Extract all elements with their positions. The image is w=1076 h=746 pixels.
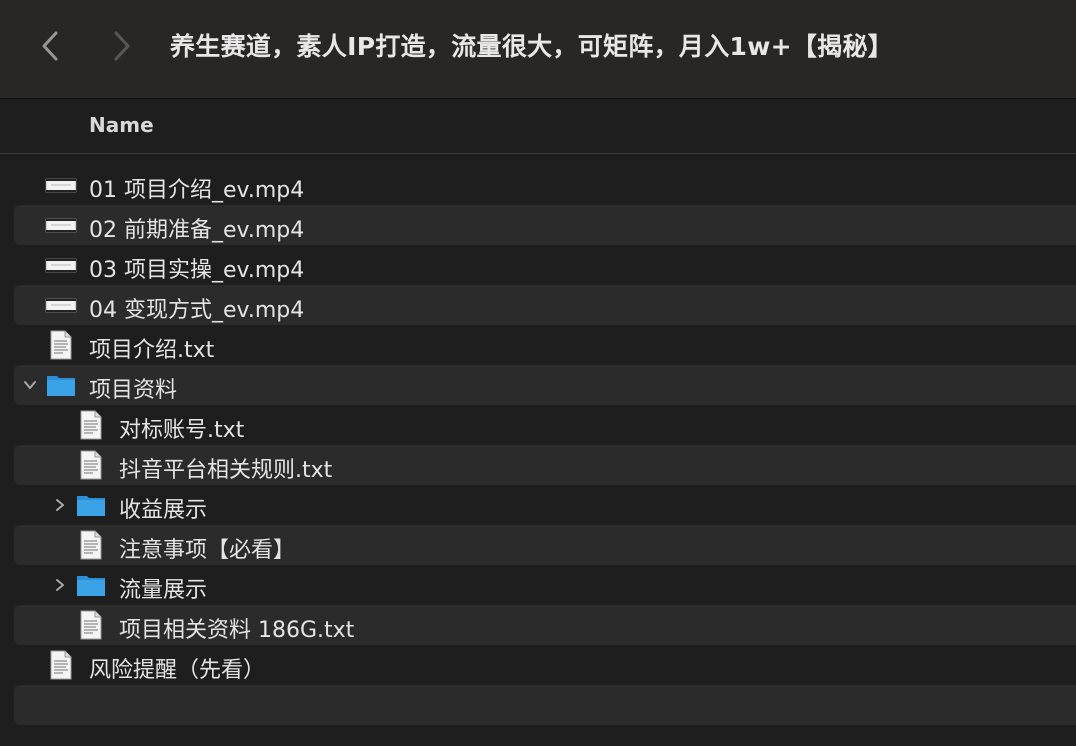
text-document-icon	[48, 650, 74, 684]
folder-icon	[75, 490, 107, 524]
file-row[interactable]: 项目介绍.txt	[14, 325, 1076, 365]
video-thumbnail-icon	[45, 210, 77, 244]
file-name: 对标账号.txt	[119, 418, 245, 443]
file-name: 03 项目实操_ev.mp4	[89, 258, 305, 283]
window-title: 养生赛道，素人IP打造，流量很大，可矩阵，月入1w+【揭秘】	[170, 32, 894, 61]
file-row[interactable]: 01 项目介绍_ev.mp4	[14, 165, 1076, 205]
file-row[interactable]: 04 变现方式_ev.mp4	[14, 285, 1076, 325]
name-column-header[interactable]: Name	[89, 113, 154, 137]
video-thumbnail-icon	[45, 290, 77, 324]
chevron-right-icon	[114, 31, 130, 61]
file-row[interactable]: 抖音平台相关规则.txt	[14, 445, 1076, 485]
chevron-down-icon[interactable]	[22, 377, 38, 393]
chevron-left-icon	[42, 31, 58, 61]
file-row[interactable]: 风险提醒（先看）	[14, 645, 1076, 685]
file-name: 风险提醒（先看）	[89, 658, 266, 683]
file-row[interactable]: 对标账号.txt	[14, 405, 1076, 445]
file-row[interactable]: 03 项目实操_ev.mp4	[14, 245, 1076, 285]
text-document-icon	[78, 530, 104, 564]
file-name: 02 前期准备_ev.mp4	[89, 218, 305, 243]
folder-icon	[75, 570, 107, 604]
file-name: 01 项目介绍_ev.mp4	[89, 178, 305, 203]
chevron-right-icon[interactable]	[52, 577, 68, 593]
folder-icon	[45, 370, 77, 404]
file-name: 项目相关资料 186G.txt	[119, 618, 355, 643]
forward-button[interactable]	[108, 26, 136, 66]
chevron-right-icon[interactable]	[52, 497, 68, 513]
window-titlebar: 养生赛道，素人IP打造，流量很大，可矩阵，月入1w+【揭秘】	[0, 0, 1076, 99]
file-name: 项目介绍.txt	[89, 338, 215, 363]
file-row[interactable]: 注意事项【必看】	[14, 525, 1076, 565]
text-document-icon	[78, 610, 104, 644]
folder-name: 项目资料	[89, 378, 178, 403]
file-list: 01 项目介绍_ev.mp4 02 前期准备_ev.mp4 03 项目实操_ev.m…	[0, 165, 1076, 725]
text-document-icon	[78, 450, 104, 484]
folder-row[interactable]: 项目资料	[14, 365, 1076, 405]
text-document-icon	[78, 410, 104, 444]
video-thumbnail-icon	[45, 170, 77, 204]
file-row[interactable]: 项目相关资料 186G.txt	[14, 605, 1076, 645]
empty-row	[14, 685, 1076, 725]
folder-row[interactable]: 收益展示	[14, 485, 1076, 525]
list-header: Name	[0, 99, 1076, 154]
file-name: 04 变现方式_ev.mp4	[89, 298, 305, 323]
back-button[interactable]	[36, 26, 64, 66]
file-name: 抖音平台相关规则.txt	[119, 458, 333, 483]
folder-name: 流量展示	[119, 578, 208, 603]
folder-row[interactable]: 流量展示	[14, 565, 1076, 605]
folder-name: 收益展示	[119, 498, 208, 523]
text-document-icon	[48, 330, 74, 364]
video-thumbnail-icon	[45, 250, 77, 284]
file-row[interactable]: 02 前期准备_ev.mp4	[14, 205, 1076, 245]
file-name: 注意事项【必看】	[119, 538, 296, 563]
